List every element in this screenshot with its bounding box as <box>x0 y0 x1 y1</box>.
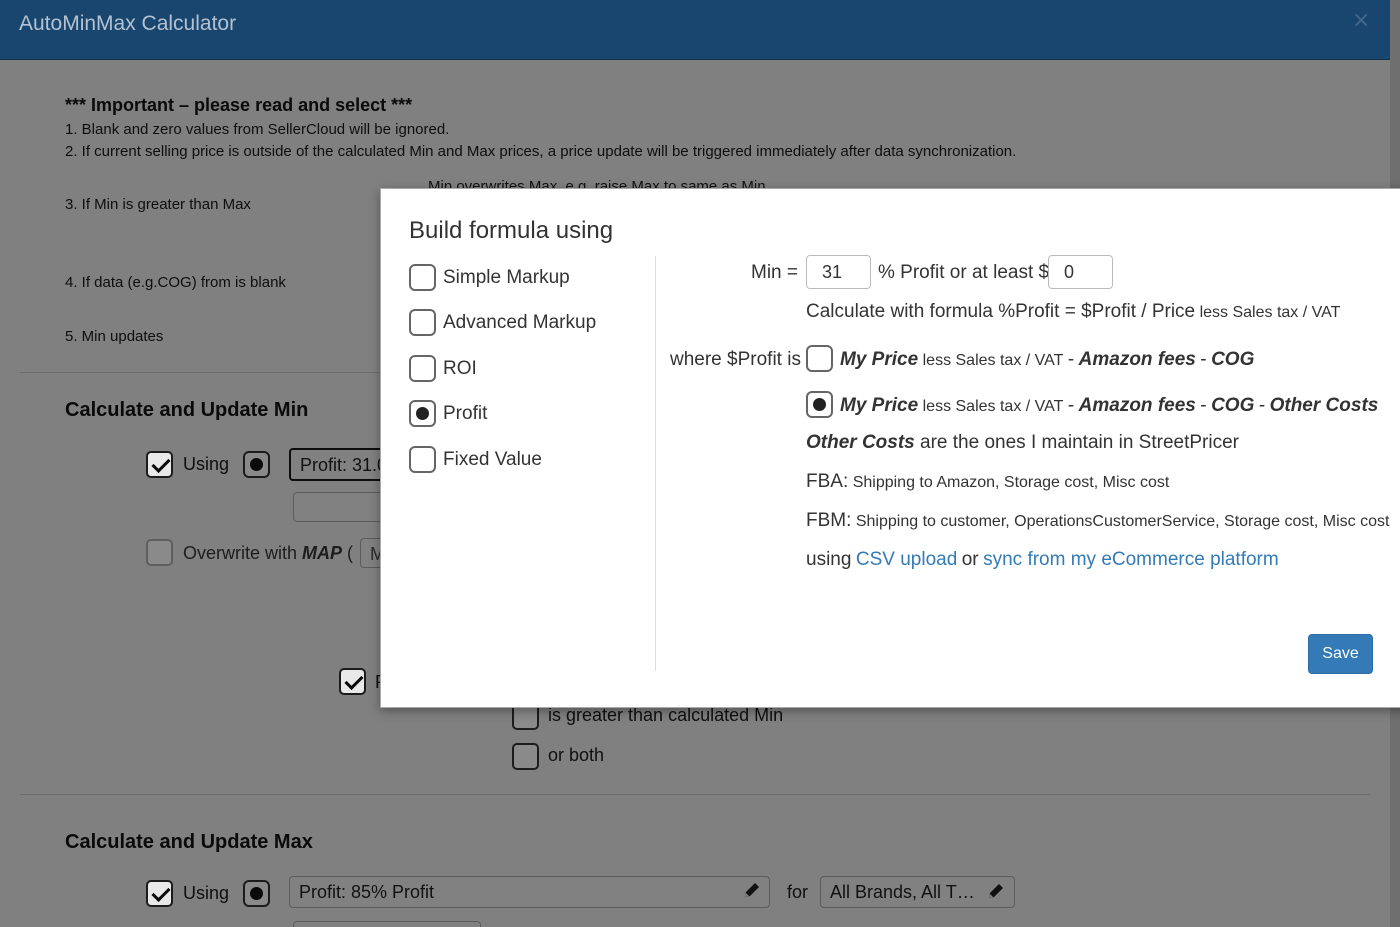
or-both-checkbox[interactable] <box>512 743 539 770</box>
important-heading: *** Important – please read and select *… <box>65 95 413 115</box>
using-text: using CSV upload or sync from my eCommer… <box>806 549 1279 570</box>
percent-profit-label: % Profit or at least $ <box>878 262 1050 283</box>
fba-text: FBA: Shipping to Amazon, Storage cost, M… <box>806 471 1170 492</box>
max-formula-field[interactable]: Profit: 85% Profit <box>289 876 770 908</box>
note-4: 4. If data (e.g.COG) from is blank <box>65 274 286 291</box>
where-profit-label: where $Profit is <box>670 349 801 370</box>
min-label: Min = <box>751 262 798 283</box>
build-formula-modal: Build formula using Simple Markup Advanc… <box>380 188 1400 708</box>
dialog-header: AutoMinMax Calculator × <box>0 0 1390 60</box>
option-radio[interactable] <box>409 309 436 336</box>
option-label: Fixed Value <box>443 449 542 470</box>
calc-formula-text: Calculate with formula %Profit = $Profit… <box>806 301 1341 322</box>
greater-than-min-label: is greater than calculated Min <box>548 705 784 725</box>
option-radio[interactable] <box>409 446 436 473</box>
max-formula-value: Profit: 85% Profit <box>299 882 435 902</box>
min-using-radio[interactable] <box>243 451 270 478</box>
min-secondary-field[interactable] <box>293 492 393 522</box>
max-section-title: Calculate and Update Max <box>65 831 313 853</box>
min-dollar-input[interactable] <box>1048 255 1113 289</box>
option-radio[interactable] <box>409 264 436 291</box>
option-label: Advanced Markup <box>443 312 597 333</box>
min-section-title: Calculate and Update Min <box>65 399 309 421</box>
profit-option-1-label: My Price less Sales tax / VAT - Amazon f… <box>840 349 1255 370</box>
pencil-icon[interactable] <box>742 880 762 900</box>
dialog-title: AutoMinMax Calculator <box>19 12 237 35</box>
option-label: ROI <box>443 358 477 379</box>
note-3: 3. If Min is greater than Max <box>65 196 251 213</box>
option-radio[interactable] <box>409 355 436 382</box>
max-using-label: Using <box>183 883 230 903</box>
profit-option-2-label: My Price less Sales tax / VAT - Amazon f… <box>840 395 1379 416</box>
close-icon[interactable]: × <box>1352 8 1370 33</box>
profit-option-radio-2[interactable] <box>806 391 833 418</box>
max-using-radio[interactable] <box>243 880 270 907</box>
max-secondary-field[interactable] <box>293 921 481 927</box>
option-label: Simple Markup <box>443 267 570 288</box>
column-divider <box>655 256 656 671</box>
min-using-checkbox[interactable] <box>146 451 173 478</box>
min-percent-input[interactable] <box>806 255 871 289</box>
option-radio[interactable] <box>409 400 436 427</box>
divider <box>20 794 1370 795</box>
overwrite-map-checkbox[interactable] <box>146 539 173 566</box>
sync-platform-link[interactable]: sync from my eCommerce platform <box>983 549 1279 570</box>
csv-upload-link[interactable]: CSV upload <box>856 549 957 570</box>
brands-value: All Brands, All T… <box>830 882 975 902</box>
other-costs-text: Other Costs are the ones I maintain in S… <box>806 432 1239 453</box>
note-2: 2. If current selling price is outside o… <box>65 143 1017 160</box>
overwrite-map-label: Overwrite with MAP ( <box>183 543 354 563</box>
note-1: 1. Blank and zero values from SellerClou… <box>65 121 450 138</box>
or-both-label: or both <box>548 745 605 765</box>
max-using-checkbox[interactable] <box>146 880 173 907</box>
note-5: 5. Min updates <box>65 328 164 345</box>
save-button[interactable]: Save <box>1308 634 1373 674</box>
modal-title: Build formula using <box>409 217 614 244</box>
option-label: Profit <box>443 403 488 424</box>
profit-option-radio-1[interactable] <box>806 345 833 372</box>
min-using-label: Using <box>183 454 230 474</box>
pencil-icon[interactable] <box>986 881 1006 901</box>
min-updates-checkbox[interactable] <box>339 668 366 695</box>
fbm-text: FBM: Shipping to customer, OperationsCus… <box>806 510 1390 531</box>
for-label: for <box>787 882 809 902</box>
